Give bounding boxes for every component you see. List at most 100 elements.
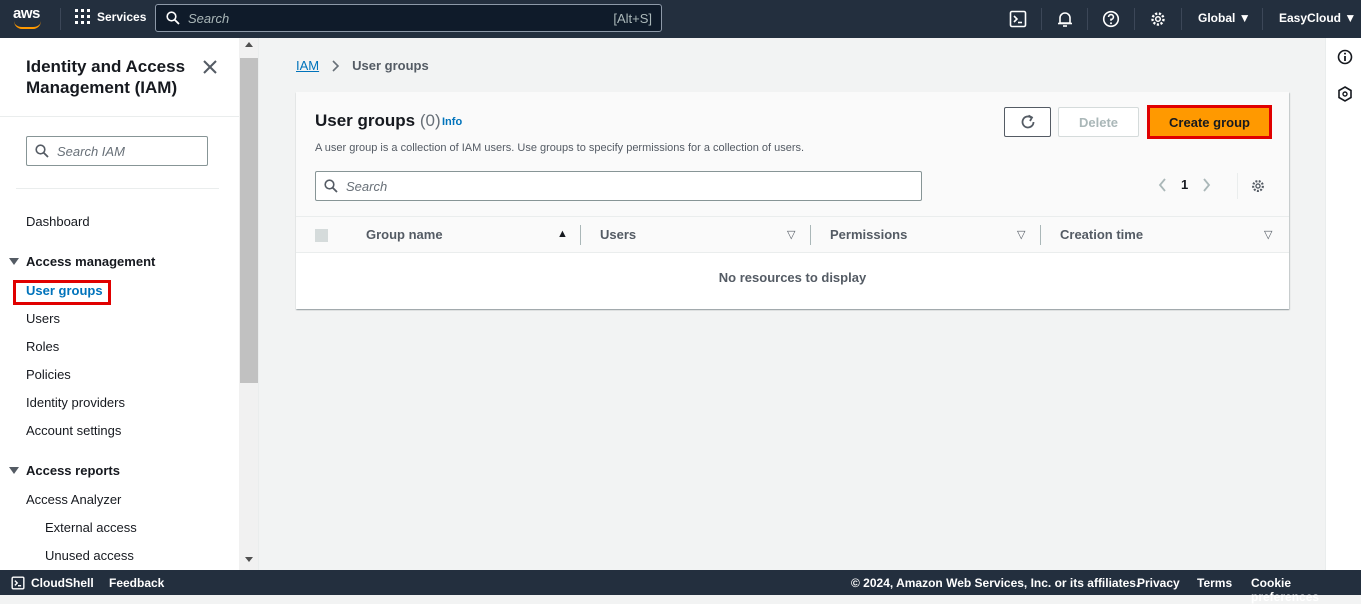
chevron-right-icon[interactable]	[1202, 177, 1211, 192]
region-label: Global	[1198, 11, 1236, 25]
scroll-up-icon[interactable]	[245, 42, 253, 47]
page-title-text: User groups	[315, 111, 416, 130]
chevron-left-icon[interactable]	[1158, 177, 1167, 192]
column-header-users[interactable]: Users	[600, 227, 636, 242]
refresh-button[interactable]	[1004, 107, 1051, 137]
column-header-permissions[interactable]: Permissions	[830, 227, 907, 242]
grid-icon	[75, 9, 90, 24]
bell-icon[interactable]	[1056, 10, 1074, 28]
nav-divider	[1262, 8, 1263, 30]
delete-button[interactable]: Delete	[1058, 107, 1139, 137]
top-navigation: aws Services Search [Alt+S] Global ▼ Eas…	[0, 0, 1361, 38]
section-access-reports[interactable]: Access reports	[9, 463, 120, 478]
table-search-input[interactable]: Search	[315, 171, 922, 201]
aws-logo[interactable]: aws	[13, 5, 43, 32]
sidebar-item-dashboard[interactable]: Dashboard	[26, 214, 90, 229]
cloudshell-icon[interactable]	[11, 576, 25, 590]
services-label: Services	[97, 9, 147, 24]
search-shortcut: [Alt+S]	[613, 10, 652, 26]
search-placeholder: Search	[346, 178, 388, 194]
table-header: Group name ▲ Users ▽ Permissions ▽ Creat…	[296, 216, 1289, 253]
select-all-checkbox[interactable]	[315, 229, 328, 242]
sidebar-item-roles[interactable]: Roles	[26, 339, 59, 354]
services-menu-button[interactable]: Services	[75, 9, 146, 24]
gear-icon[interactable]	[1149, 10, 1167, 28]
scroll-down-icon[interactable]	[245, 557, 253, 562]
highlight-box	[13, 280, 111, 305]
breadcrumb-link-iam[interactable]: IAM	[296, 58, 319, 73]
pagination: 1	[1158, 177, 1211, 192]
search-placeholder: Search	[188, 10, 230, 26]
cloudshell-icon[interactable]	[1009, 10, 1027, 28]
section-label: Access management	[26, 254, 156, 269]
sidebar-item-identity-providers[interactable]: Identity providers	[26, 395, 125, 410]
info-icon[interactable]	[1337, 49, 1353, 65]
sort-icon[interactable]: ▽	[1017, 228, 1025, 241]
nav-divider	[1041, 8, 1042, 30]
search-icon	[35, 144, 49, 158]
page-number[interactable]: 1	[1181, 177, 1188, 192]
nav-divider	[60, 8, 61, 30]
caret-down-icon: ▼	[1238, 11, 1251, 25]
account-menu[interactable]: EasyCloud ▼	[1279, 11, 1356, 25]
sort-icon[interactable]: ▽	[1264, 228, 1272, 241]
footer-terms-link[interactable]: Terms	[1197, 576, 1232, 590]
caret-down-icon	[9, 258, 19, 265]
divider	[0, 116, 239, 117]
region-selector[interactable]: Global ▼	[1198, 11, 1251, 25]
sidebar-item-policies[interactable]: Policies	[26, 367, 71, 382]
search-icon	[324, 179, 338, 193]
hexagon-icon[interactable]	[1337, 86, 1353, 102]
divider	[16, 188, 219, 189]
page-title: User groups (0)	[315, 111, 441, 131]
panel-description: A user group is a collection of IAM user…	[315, 142, 805, 154]
panel-header: User groups (0) Info A user group is a c…	[296, 92, 1289, 216]
sidebar: Identity and Access Management (IAM) Sea…	[0, 38, 239, 570]
create-group-button[interactable]: Create group	[1147, 105, 1272, 139]
aws-smile-icon	[14, 21, 41, 29]
breadcrumb: IAM User groups	[296, 58, 429, 73]
section-access-management[interactable]: Access management	[9, 254, 155, 269]
section-label: Access reports	[26, 463, 120, 478]
close-icon[interactable]	[201, 58, 219, 76]
caret-down-icon: ▼	[1344, 11, 1357, 25]
nav-divider	[1087, 8, 1088, 30]
sidebar-item-users[interactable]: Users	[26, 311, 60, 326]
breadcrumb-current: User groups	[352, 58, 429, 73]
chevron-right-icon	[332, 59, 340, 72]
sidebar-item-unused-access[interactable]: Unused access	[45, 548, 134, 563]
account-label: EasyCloud	[1279, 11, 1342, 25]
footer-cookie-preferences-link[interactable]: Cookie preferences	[1251, 576, 1361, 604]
column-divider[interactable]	[580, 225, 581, 245]
gear-icon[interactable]	[1250, 178, 1266, 194]
sort-ascending-icon[interactable]: ▲	[557, 228, 568, 240]
column-divider[interactable]	[1040, 225, 1041, 245]
footer: CloudShell Feedback © 2024, Amazon Web S…	[0, 570, 1361, 604]
info-link[interactable]: Info	[442, 116, 462, 128]
scrollbar-thumb[interactable]	[240, 58, 258, 383]
footer-copyright: © 2024, Amazon Web Services, Inc. or its…	[851, 576, 1140, 590]
empty-state-text: No resources to display	[718, 270, 867, 285]
global-search-input[interactable]: Search [Alt+S]	[155, 4, 662, 32]
nav-divider	[1134, 8, 1135, 30]
caret-down-icon	[9, 467, 19, 474]
search-icon	[166, 11, 180, 25]
sidebar-search-input[interactable]: Search IAM	[26, 136, 208, 166]
search-placeholder: Search IAM	[57, 143, 125, 159]
footer-feedback-link[interactable]: Feedback	[109, 576, 164, 590]
column-divider[interactable]	[810, 225, 811, 245]
sidebar-item-access-analyzer[interactable]: Access Analyzer	[26, 492, 121, 507]
refresh-icon	[1021, 114, 1034, 129]
sort-icon[interactable]: ▽	[787, 228, 795, 241]
sidebar-title: Identity and Access Management (IAM)	[26, 57, 186, 97]
footer-privacy-link[interactable]: Privacy	[1137, 576, 1180, 590]
sidebar-item-external-access[interactable]: External access	[45, 520, 137, 535]
nav-divider	[1181, 8, 1182, 30]
column-header-group-name[interactable]: Group name	[366, 227, 443, 242]
help-icon[interactable]	[1102, 10, 1120, 28]
column-header-creation-time[interactable]: Creation time	[1060, 227, 1143, 242]
sidebar-item-account-settings[interactable]: Account settings	[26, 423, 121, 438]
footer-cloudshell-link[interactable]: CloudShell	[31, 576, 94, 590]
aws-logo-text: aws	[13, 5, 40, 22]
group-count: (0)	[419, 111, 441, 130]
